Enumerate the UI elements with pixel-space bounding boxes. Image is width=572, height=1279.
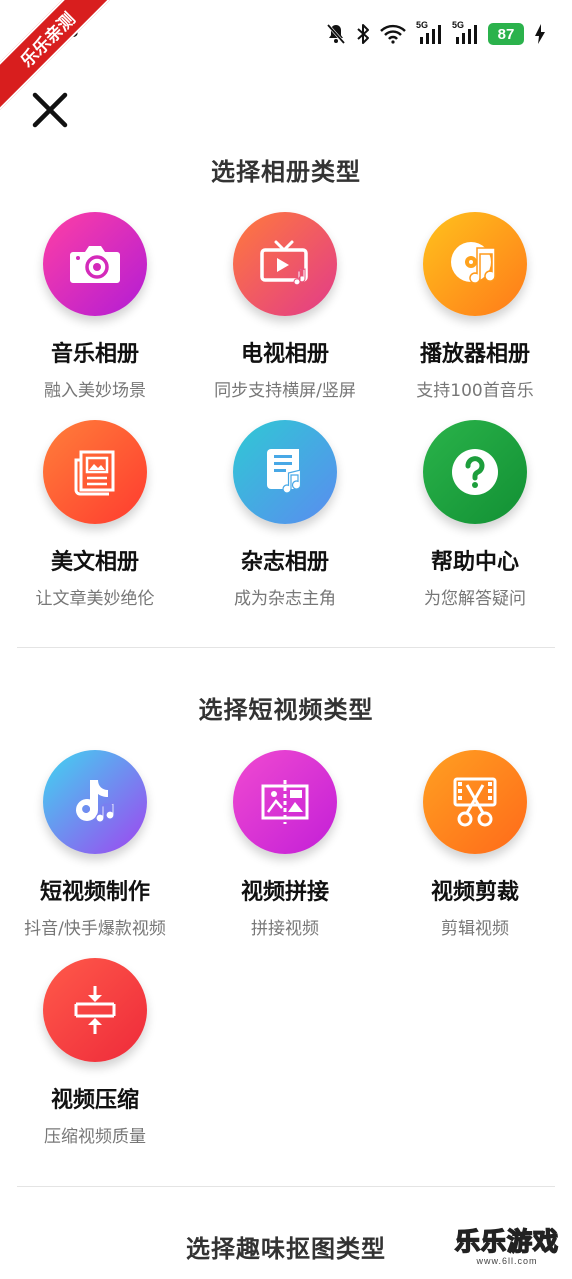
video-type-compress[interactable]: 视频压缩 压缩视频质量 — [0, 958, 190, 1147]
watermark-url: www.6ll.com — [476, 1256, 538, 1266]
close-button[interactable] — [30, 90, 70, 130]
item-subtitle: 压缩视频质量 — [44, 1127, 146, 1147]
article-icon — [43, 420, 147, 524]
item-subtitle: 同步支持横屏/竖屏 — [214, 381, 356, 401]
splice-icon — [233, 750, 337, 854]
section-divider — [17, 1186, 555, 1187]
status-icons: 5G 5G 87 — [326, 20, 546, 48]
album-type-player[interactable]: 播放器相册 支持100首音乐 — [380, 212, 570, 401]
album-type-article[interactable]: 美文相册 让文章美妙绝伦 — [0, 420, 190, 609]
item-label: 音乐相册 — [50, 342, 139, 367]
question-icon — [423, 420, 527, 524]
album-type-tv[interactable]: 电视相册 同步支持横屏/竖屏 — [190, 212, 380, 401]
item-label: 美文相册 — [50, 550, 139, 575]
video-type-crop[interactable]: 视频剪裁 剪辑视频 — [380, 750, 570, 939]
battery-level: 87 — [497, 25, 515, 43]
item-subtitle: 让文章美妙绝伦 — [35, 589, 155, 609]
tiktok-note-icon — [43, 750, 147, 854]
wifi-icon — [380, 24, 406, 44]
compress-icon — [43, 958, 147, 1062]
magazine-icon — [233, 420, 337, 524]
item-subtitle: 抖音/快手爆款视频 — [24, 919, 166, 939]
item-label: 短视频制作 — [39, 880, 150, 905]
film-scissors-icon — [423, 750, 527, 854]
item-subtitle: 成为杂志主角 — [234, 589, 336, 609]
item-subtitle: 剪辑视频 — [441, 919, 509, 939]
video-type-splice[interactable]: 视频拼接 拼接视频 — [190, 750, 380, 939]
camera-icon — [43, 212, 147, 316]
watermark-title: 乐乐游戏 — [454, 1227, 559, 1257]
item-label: 杂志相册 — [240, 550, 329, 575]
item-subtitle: 拼接视频 — [251, 919, 319, 939]
signal-strength-icon: 5G — [452, 20, 478, 45]
section-title-album: 选择相册类型 — [211, 158, 361, 186]
tv-music-icon — [233, 212, 337, 316]
album-type-magazine[interactable]: 杂志相册 成为杂志主角 — [190, 420, 380, 609]
item-subtitle: 为您解答疑问 — [424, 589, 526, 609]
section-title-video: 选择短视频类型 — [198, 696, 374, 724]
item-label: 播放器相册 — [419, 342, 530, 367]
charging-icon — [535, 24, 545, 44]
item-label: 帮助中心 — [430, 550, 519, 575]
item-label: 视频拼接 — [240, 880, 329, 905]
mute-bell-icon — [326, 24, 346, 44]
vinyl-music-icon — [423, 212, 527, 316]
album-type-music[interactable]: 音乐相册 融入美妙场景 — [0, 212, 190, 401]
item-subtitle: 融入美妙场景 — [44, 381, 146, 401]
signal-strength-icon: 5G — [416, 20, 442, 45]
close-icon — [32, 92, 68, 128]
help-center[interactable]: 帮助中心 为您解答疑问 — [380, 420, 570, 609]
item-subtitle: 支持100首音乐 — [416, 381, 534, 401]
section-divider — [17, 647, 555, 648]
item-label: 视频压缩 — [50, 1088, 139, 1113]
item-label: 电视相册 — [240, 342, 329, 367]
bluetooth-icon — [357, 24, 369, 44]
battery-indicator: 87 — [488, 23, 524, 45]
item-label: 视频剪裁 — [430, 880, 519, 905]
watermark-logo: 乐乐游戏 www.6ll.com — [448, 1227, 566, 1266]
video-type-short-video[interactable]: 短视频制作 抖音/快手爆款视频 — [0, 750, 190, 939]
